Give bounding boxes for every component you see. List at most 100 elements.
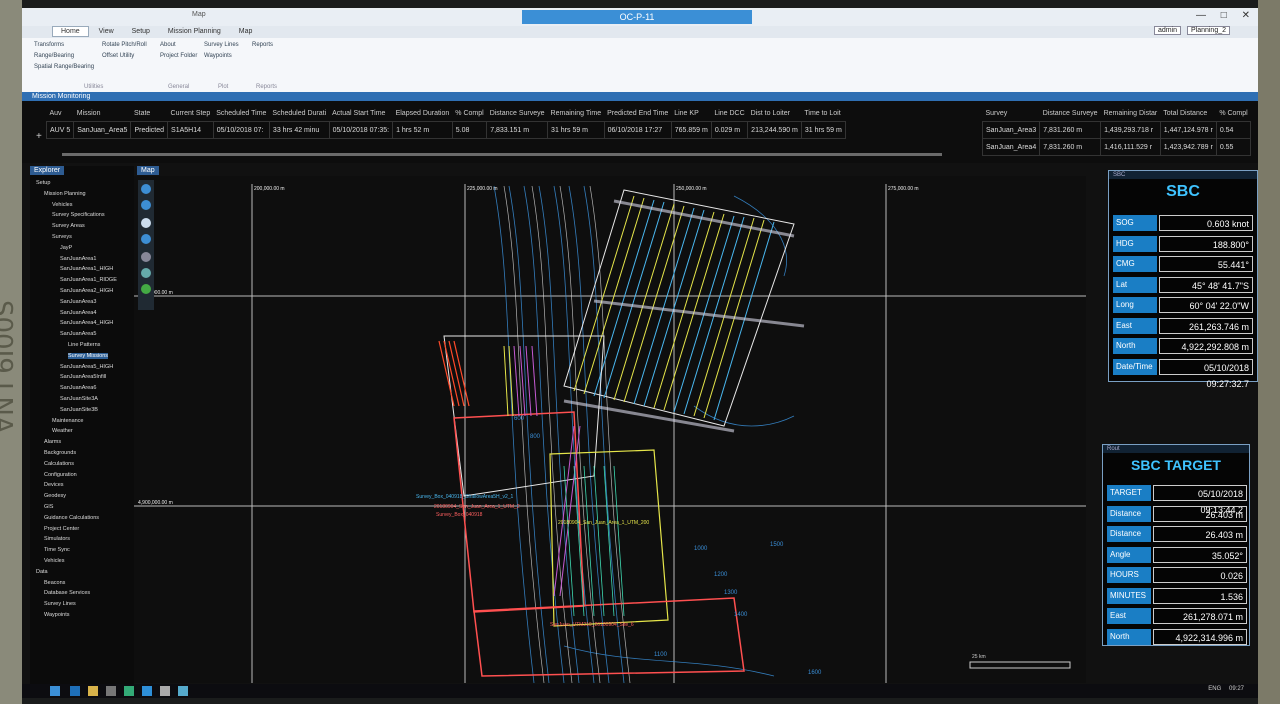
close-icon[interactable]: ✕: [1242, 10, 1250, 21]
globe-icon[interactable]: [141, 234, 151, 244]
edge-browser-icon[interactable]: [70, 686, 80, 696]
tree-item[interactable]: Setup: [36, 180, 50, 186]
column-header[interactable]: Mission: [74, 105, 131, 122]
offset-utility-button[interactable]: Offset Utility: [102, 53, 134, 59]
tree-item[interactable]: Geodesy: [44, 493, 66, 499]
tree-item[interactable]: Simulators: [44, 536, 70, 542]
column-header[interactable]: Actual Start Time: [329, 105, 392, 122]
tree-item[interactable]: Maintenance: [52, 418, 84, 424]
horizontal-scrollbar[interactable]: [62, 153, 942, 156]
column-header[interactable]: Dist to Loiter: [748, 105, 802, 122]
column-header[interactable]: Auv: [47, 105, 74, 122]
transforms-button[interactable]: Transforms: [34, 42, 64, 48]
tree-item[interactable]: Vehicles: [44, 558, 65, 564]
tree-item[interactable]: Survey Areas: [52, 223, 85, 229]
clock[interactable]: 09:27: [1229, 686, 1244, 692]
expand-icon[interactable]: +: [36, 131, 42, 142]
tree-item[interactable]: SanJuanArea1_RIDGE: [60, 277, 117, 283]
tree-item[interactable]: Vehicles: [52, 202, 73, 208]
column-header[interactable]: Remaining Distar: [1101, 105, 1161, 122]
app-icon[interactable]: [124, 686, 134, 696]
app-icon[interactable]: [142, 686, 152, 696]
tab-setup[interactable]: Setup: [124, 27, 158, 36]
map-canvas[interactable]: [134, 176, 1086, 683]
rotate-pitch-roll-button[interactable]: Rotate Pitch/Roll: [102, 42, 147, 48]
tree-item[interactable]: Mission Planning: [44, 191, 86, 197]
column-header[interactable]: State: [131, 105, 168, 122]
column-header[interactable]: Scheduled Time: [213, 105, 269, 122]
language-indicator[interactable]: ENG: [1208, 686, 1221, 692]
tree-item[interactable]: Weather: [52, 428, 73, 434]
column-header[interactable]: Current Step: [168, 105, 214, 122]
column-header[interactable]: Distance Surveye: [1040, 105, 1101, 122]
column-header[interactable]: Scheduled Durati: [269, 105, 329, 122]
column-header[interactable]: Distance Surveye: [487, 105, 548, 122]
survey-lines-button[interactable]: Survey Lines: [204, 42, 239, 48]
tree-item[interactable]: Survey Lines: [44, 601, 76, 607]
minimize-icon[interactable]: —: [1196, 10, 1206, 21]
map-view[interactable]: 200,000.00 m 225,000.00 m 250,000.00 m 2…: [134, 176, 1086, 683]
column-header[interactable]: Time to Loit: [801, 105, 845, 122]
column-header[interactable]: Total Distance: [1160, 105, 1216, 122]
tree-item[interactable]: SanJuanArea4_HIGH: [60, 320, 113, 326]
layers-icon[interactable]: [141, 268, 151, 278]
tree-item[interactable]: Configuration: [44, 472, 77, 478]
tree-item[interactable]: GIS: [44, 504, 53, 510]
zoom-out-icon[interactable]: [141, 200, 151, 210]
column-header[interactable]: Line DCC: [711, 105, 747, 122]
app-icon[interactable]: [106, 686, 116, 696]
app-icon[interactable]: [160, 686, 170, 696]
tree-item[interactable]: Guidance Calculations: [44, 515, 99, 521]
tree-item[interactable]: Survey Missions: [68, 352, 109, 359]
tree-item[interactable]: Waypoints: [44, 612, 69, 618]
tree-item[interactable]: SanJuanArea5_HIGH: [60, 364, 113, 370]
chart-icon[interactable]: [141, 252, 151, 262]
project-folder-button[interactable]: Project Folder: [160, 53, 197, 59]
app-icon[interactable]: [178, 686, 188, 696]
range-bearing-button[interactable]: Range/Bearing: [34, 53, 74, 59]
tree-item[interactable]: Project Center: [44, 526, 79, 532]
tree-item[interactable]: Survey Specifications: [52, 212, 105, 218]
tree-item[interactable]: Database Services: [44, 590, 90, 596]
waypoints-button[interactable]: Waypoints: [204, 53, 232, 59]
tree-item[interactable]: SanJuanArea4: [60, 310, 96, 316]
tree-item[interactable]: SanJuanArea2_HIGH: [60, 288, 113, 294]
zoom-in-icon[interactable]: [141, 184, 151, 194]
tree-item[interactable]: Time Sync: [44, 547, 70, 553]
column-header[interactable]: Elapsed Duration: [393, 105, 453, 122]
column-header[interactable]: Survey: [983, 105, 1040, 122]
tree-item[interactable]: SanJuanArea1: [60, 256, 96, 262]
tree-item[interactable]: Line Patterns: [68, 342, 100, 348]
tab-map[interactable]: Map: [231, 27, 261, 36]
tree-item[interactable]: Devices: [44, 482, 64, 488]
tab-view[interactable]: View: [91, 27, 122, 36]
tree-item[interactable]: SanJuanArea5Infill: [60, 374, 106, 380]
tab-home[interactable]: Home: [52, 26, 89, 37]
column-header[interactable]: Remaining Time: [548, 105, 605, 122]
tree-item[interactable]: Surveys: [52, 234, 72, 240]
tree-item[interactable]: SanJuanArea3: [60, 299, 96, 305]
column-header[interactable]: Line KP: [671, 105, 711, 122]
table-row[interactable]: SanJuan_Area4 7,831.260 m 1,416,111.529 r1…: [981, 138, 1252, 156]
tree-item[interactable]: JayP: [60, 245, 72, 251]
tree-item[interactable]: SanJuanArea6: [60, 385, 96, 391]
about-button[interactable]: About: [160, 42, 176, 48]
profile-select[interactable]: Planning_2: [1186, 26, 1230, 35]
column-header[interactable]: Predicted End Time: [604, 105, 671, 122]
tab-mission-planning[interactable]: Mission Planning: [160, 27, 229, 36]
maximize-icon[interactable]: □: [1221, 10, 1227, 21]
pencil-icon[interactable]: [141, 218, 151, 228]
tree-item[interactable]: Alarms: [44, 439, 61, 445]
column-header[interactable]: % Compl: [1216, 105, 1250, 122]
tab-map-view[interactable]: Map: [137, 166, 159, 175]
windows-start-icon[interactable]: [50, 686, 60, 696]
table-row[interactable]: SanJuan_Area3 7,831.260 m 1,439,293.718 r1…: [981, 121, 1252, 139]
filter-icon[interactable]: [141, 284, 151, 294]
spatial-range-bearing-button[interactable]: Spatial Range/Bearing: [34, 64, 94, 70]
column-header[interactable]: % Compl: [452, 105, 486, 122]
tree-item[interactable]: Calculations: [44, 461, 74, 467]
tree-item[interactable]: Data: [36, 569, 48, 575]
tree-item[interactable]: SanJuanArea5: [60, 331, 96, 337]
reports-button[interactable]: Reports: [252, 42, 273, 48]
file-explorer-icon[interactable]: [88, 686, 98, 696]
